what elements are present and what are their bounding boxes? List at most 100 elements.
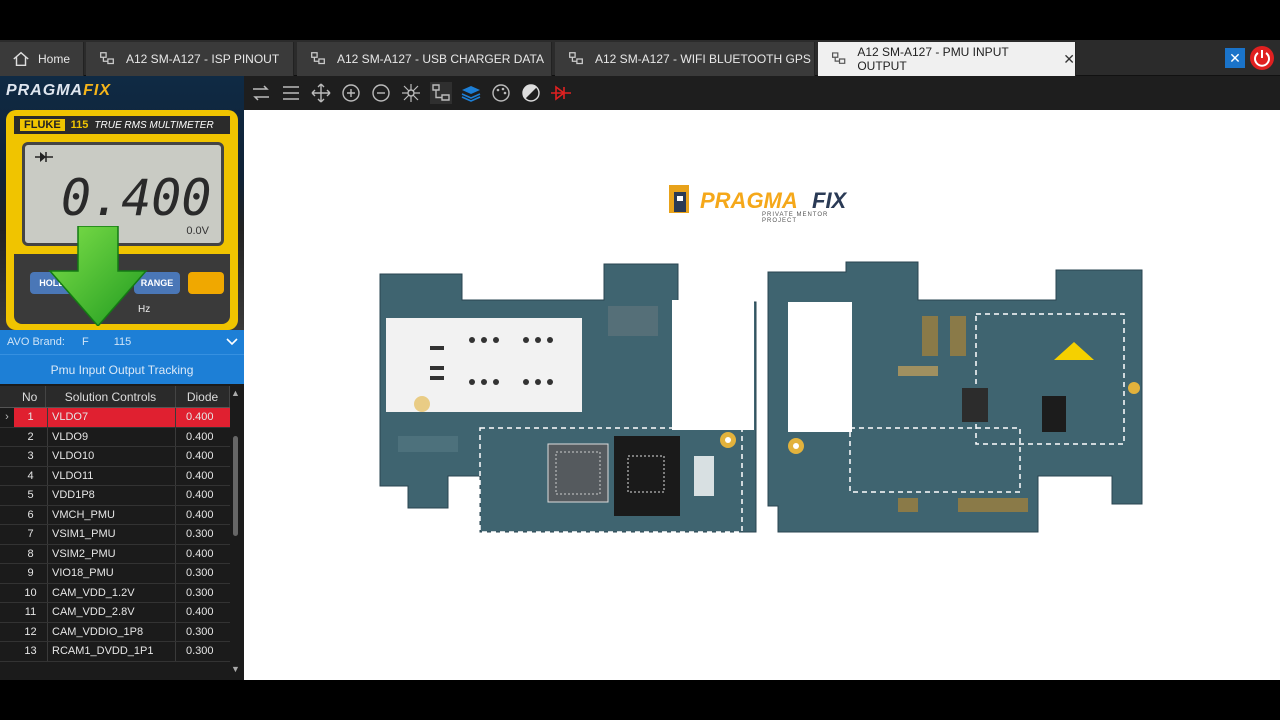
row-diode: 0.300 (186, 567, 214, 579)
tree-icon (100, 52, 114, 65)
row-diode: 0.300 (186, 528, 214, 540)
app-window: Home A12 SM-A127 - ISP PINOUT A12 SM-A12… (0, 40, 1280, 680)
row-diode: 0.400 (186, 489, 214, 501)
multimeter-sub-reading: 0.0V (186, 225, 209, 237)
row-name: CAM_VDD_2.8V (48, 603, 176, 622)
row-name: VSIM2_PMU (48, 544, 176, 563)
power-icon[interactable] (1250, 46, 1274, 70)
table-row[interactable]: 3 VLDO10 0.400 (0, 447, 230, 467)
swap-icon[interactable] (250, 82, 272, 104)
multimeter-header: FLUKE 115 TRUE RMS MULTIMETER (14, 116, 230, 134)
row-number: 1 (14, 408, 48, 427)
tracking-title: Pmu Input Output Tracking (0, 354, 244, 384)
column-header-no[interactable]: No (0, 386, 46, 407)
avo-brand-value: F (81, 336, 89, 348)
row-number: 3 (14, 447, 48, 466)
scrollbar-thumb[interactable] (233, 436, 238, 536)
brand-area: PRAGMAFIX FLUKE 115 TRUE RMS MULTIMETER … (0, 76, 244, 330)
row-diode: 0.300 (186, 645, 214, 657)
table-row[interactable]: 11 CAM_VDD_2.8V 0.400 (0, 603, 230, 623)
table-row[interactable]: 10 CAM_VDD_1.2V 0.300 (0, 583, 230, 603)
scroll-up-icon[interactable]: ▲ (231, 388, 240, 398)
table-scrollbar[interactable]: ▲ ▼ (230, 386, 242, 676)
row-diode: 0.400 (186, 450, 214, 462)
table-body: › 1 VLDO7 0.400 2 VLDO9 0.400 3 VLDO10 0… (0, 408, 230, 662)
menu-icon[interactable] (280, 82, 302, 104)
row-number: 10 (14, 583, 48, 602)
row-name: VLDO10 (48, 447, 176, 466)
avo-brand-select[interactable]: AVO Brand: F 115 (0, 330, 244, 354)
board-canvas[interactable]: PRAGMA FIX PRIVATE MENTOR PROJECT (244, 110, 1280, 680)
row-number: 6 (14, 505, 48, 524)
row-name: CAM_VDD_1.2V (48, 583, 176, 602)
table-row[interactable]: 2 VLDO9 0.400 (0, 427, 230, 447)
column-header-diode[interactable]: Diode (176, 386, 230, 407)
row-diode: 0.300 (186, 625, 214, 638)
yellow-button[interactable] (188, 272, 224, 294)
table-row[interactable]: 7 VSIM1_PMU 0.300 (0, 525, 230, 545)
row-selected-marker-icon: › (5, 411, 9, 423)
row-name: VLDO11 (48, 466, 176, 485)
table-row[interactable]: 12 CAM_VDDIO_1P8 0.300 (0, 622, 230, 642)
tab-isp-pinout[interactable]: A12 SM-A127 - ISP PINOUT (86, 42, 294, 76)
tab-wifi-bluetooth-gps-label: A12 SM-A127 - WIFI BLUETOOTH GPS (595, 52, 811, 66)
brand-logo: PRAGMAFIX (6, 82, 111, 100)
canvas-logo-tagline: PRIVATE MENTOR PROJECT (762, 212, 829, 224)
row-number: 9 (14, 564, 48, 583)
row-diode: 0.400 (176, 408, 230, 427)
table-row[interactable]: 4 VLDO11 0.400 (0, 466, 230, 486)
multimeter-reading: 0.400 (61, 169, 212, 227)
home-icon (13, 51, 29, 67)
zoom-out-icon[interactable] (370, 82, 392, 104)
table-header: No Solution Controls Diode (0, 386, 230, 408)
table-row[interactable]: 8 VSIM2_PMU 0.400 (0, 544, 230, 564)
move-icon[interactable] (310, 82, 332, 104)
contrast-icon[interactable] (520, 82, 542, 104)
pcb-diagram[interactable] (378, 256, 1144, 546)
multimeter-model: 115 (70, 119, 89, 131)
tab-usb-charger-data-label: A12 SM-A127 - USB CHARGER DATA (337, 52, 544, 66)
zoom-in-icon[interactable] (340, 82, 362, 104)
table-row[interactable]: 5 VDD1P8 0.400 (0, 486, 230, 506)
row-number: 4 (14, 466, 48, 485)
table-row[interactable]: 9 VIO18_PMU 0.300 (0, 564, 230, 584)
row-name: CAM_VDDIO_1P8 (48, 622, 176, 641)
row-diode: 0.400 (186, 508, 214, 521)
tree-view-icon[interactable] (430, 82, 452, 104)
toolbar (244, 76, 1280, 110)
row-diode: 0.400 (186, 606, 214, 618)
table-row[interactable]: › 1 VLDO7 0.400 (0, 408, 230, 428)
pragmafix-logo-icon (669, 185, 689, 213)
canvas-logo: PRAGMA FIX PRIVATE MENTOR PROJECT (668, 182, 858, 224)
close-window-icon[interactable]: ✕ (1225, 48, 1245, 68)
row-name: VLDO7 (48, 408, 176, 427)
tab-pmu-input-output[interactable]: A12 SM-A127 - PMU INPUT OUTPUT ✕ (818, 42, 1076, 76)
tab-home[interactable]: Home (0, 42, 84, 76)
brand-logo-part1: PRAGMA (6, 82, 84, 99)
tree-icon (831, 52, 846, 64)
canvas-logo-part1: PRAGMA (700, 188, 798, 213)
row-number: 2 (14, 427, 48, 446)
row-name: VIO18_PMU (48, 564, 176, 583)
tab-home-label: Home (38, 52, 71, 66)
palette-icon[interactable] (490, 82, 512, 104)
canvas-logo-part2: FIX (812, 188, 847, 213)
sidebar: PRAGMAFIX FLUKE 115 TRUE RMS MULTIMETER … (0, 76, 244, 680)
row-number: 8 (14, 544, 48, 563)
table-row[interactable]: 13 RCAM1_DVDD_1P1 0.300 (0, 642, 230, 662)
tab-usb-charger-data[interactable]: A12 SM-A127 - USB CHARGER DATA (297, 42, 552, 76)
layers-icon[interactable] (460, 82, 482, 104)
scroll-down-icon[interactable]: ▼ (231, 664, 240, 674)
tab-close-icon[interactable]: ✕ (1063, 51, 1075, 68)
column-header-solution[interactable]: Solution Controls (46, 386, 176, 407)
diode-tool-icon[interactable] (550, 82, 572, 104)
row-number: 13 (14, 642, 48, 661)
table-row[interactable]: 6 VMCH_PMU 0.400 (0, 505, 230, 525)
diode-icon (35, 151, 53, 166)
tab-wifi-bluetooth-gps[interactable]: A12 SM-A127 - WIFI BLUETOOTH GPS (555, 42, 815, 76)
multimeter-model-text: TRUE RMS MULTIMETER (94, 119, 214, 131)
row-diode: 0.400 (186, 469, 214, 482)
network-icon[interactable] (400, 82, 422, 104)
row-diode: 0.400 (186, 430, 214, 443)
pcb-board-left (379, 263, 757, 533)
